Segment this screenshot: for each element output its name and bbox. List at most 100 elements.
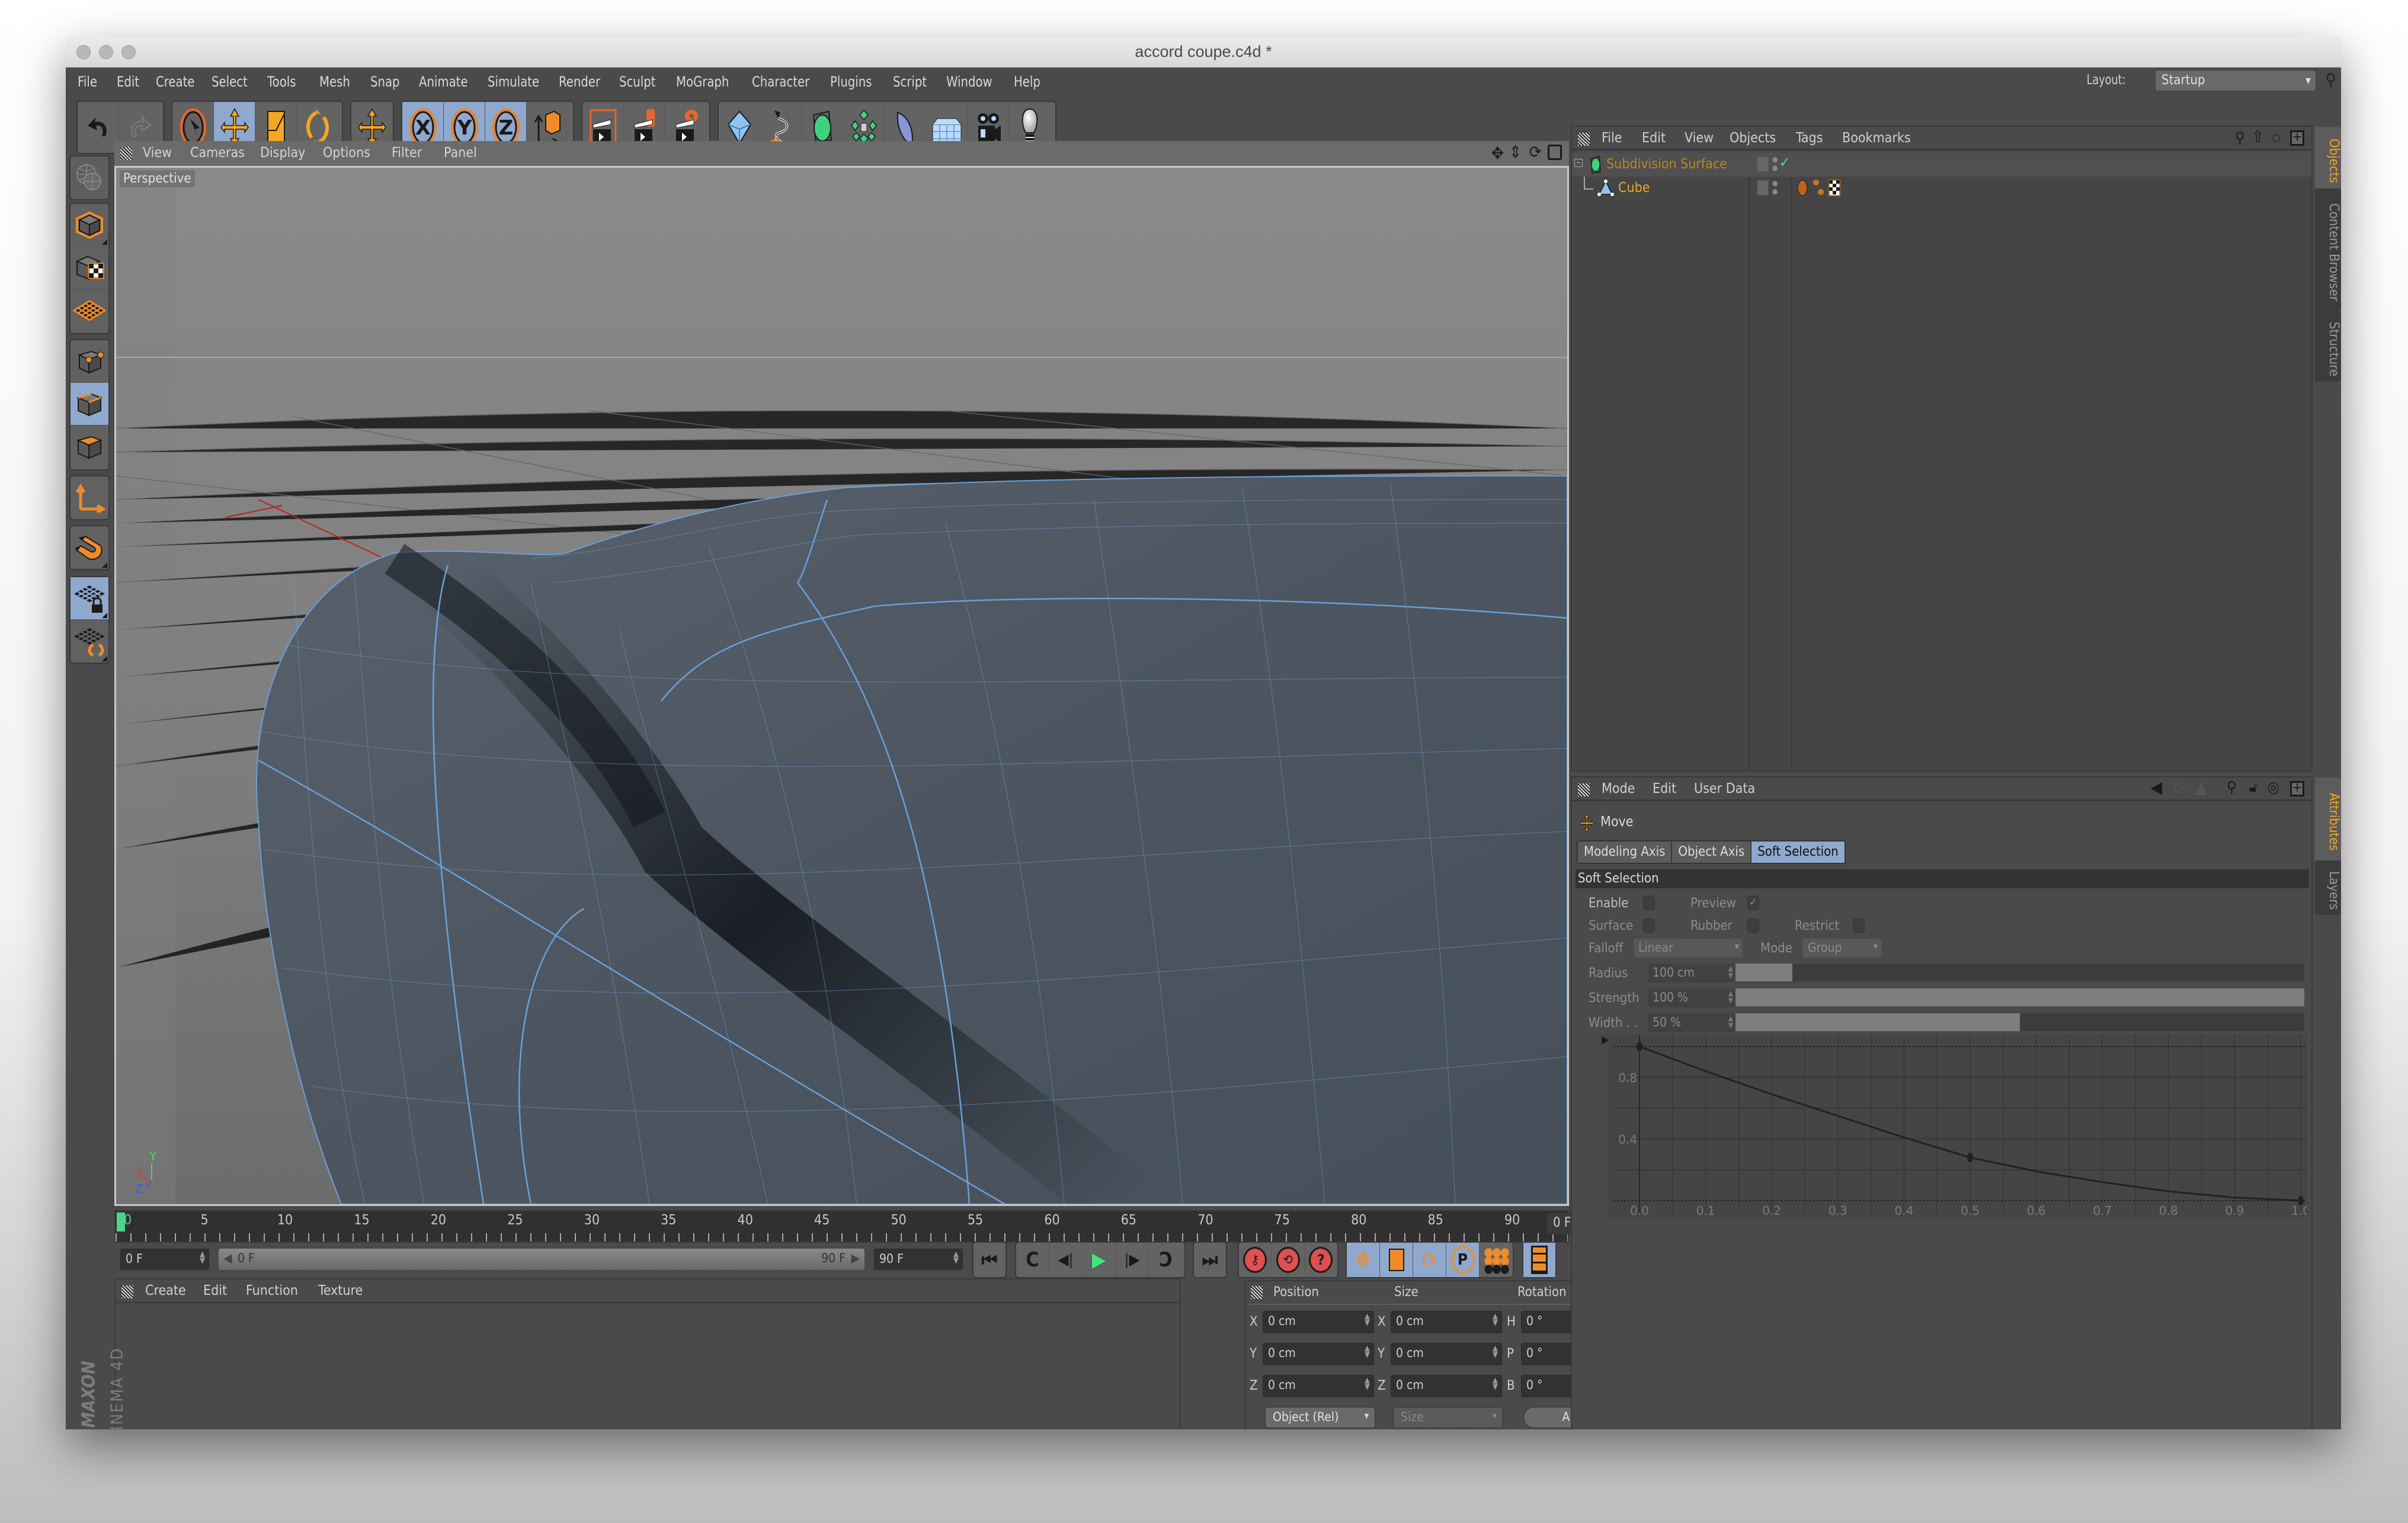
visibility-dots-icon[interactable]: ● ● (1772, 179, 1778, 196)
tab-structure[interactable]: Structure (2315, 311, 2341, 382)
phong-tag-icon[interactable] (1796, 179, 1809, 197)
up-arrow-icon[interactable]: ▲ (2196, 778, 2207, 797)
viewport-menu-filter[interactable]: Filter (392, 145, 422, 161)
menu-help[interactable]: Help (1014, 73, 1040, 90)
viewport-menu-options[interactable]: Options (323, 145, 370, 161)
am-menu-edit[interactable]: Edit (1653, 781, 1676, 796)
menu-plugins[interactable]: Plugins (830, 73, 872, 90)
search-icon[interactable]: ⚲ (2227, 779, 2237, 796)
om-menu-bookmarks[interactable]: Bookmarks (1842, 130, 1911, 146)
menu-animate[interactable]: Animate (419, 73, 467, 90)
viewport-solo-button[interactable] (71, 156, 108, 199)
position-key-toggle[interactable]: ✥ (1347, 1243, 1380, 1277)
timeline-ruler[interactable]: 0 5 10 15 20 25 30 35 40 45 50 55 60 65 70 75 80 85 90 (114, 1210, 1569, 1243)
layout-dropdown[interactable]: Startup (2155, 70, 2316, 91)
zoom-view-icon[interactable]: ⇕ (1509, 142, 1522, 162)
object-name[interactable]: Cube (1618, 180, 1650, 196)
point-level-toggle[interactable]: ●●● ●●● ●●● (1480, 1243, 1513, 1277)
tab-layers[interactable]: Layers (2315, 860, 2341, 915)
locked-workplane-button[interactable] (71, 577, 108, 620)
tab-content-browser[interactable]: Content Browser (2315, 188, 2341, 311)
layer-icon[interactable] (1757, 156, 1769, 172)
am-menu-user-data[interactable]: User Data (1694, 781, 1755, 796)
size-x-field[interactable]: 0 cm ▲ ▼ (1391, 1311, 1502, 1333)
position-y-field[interactable]: 0 cm ▲ ▼ (1263, 1343, 1374, 1365)
lock-icon[interactable]: 🔓︎ (2249, 779, 2258, 795)
size-mode-dropdown[interactable]: Size ▾ (1393, 1407, 1503, 1428)
previous-key-button[interactable]: C (1016, 1243, 1049, 1277)
expand-panel-icon[interactable]: + (2290, 130, 2304, 146)
material-menu-edit[interactable]: Edit (203, 1283, 227, 1298)
om-menu-tags[interactable]: Tags (1796, 130, 1823, 146)
back-arrow-icon[interactable]: ◀ (2151, 778, 2162, 797)
menu-script[interactable]: Script (893, 73, 927, 90)
expand-panel-icon[interactable]: + (2290, 781, 2304, 796)
target-icon[interactable]: ◎ (2268, 779, 2279, 796)
camera-label[interactable]: Perspective (120, 170, 195, 187)
planar-workplane-button[interactable] (71, 620, 108, 663)
autokeying-button[interactable]: ⟲ (1272, 1243, 1305, 1277)
go-to-start-button[interactable]: ⏮ (974, 1243, 1006, 1277)
strength-slider[interactable] (1735, 988, 2304, 1006)
menu-mograph[interactable]: MoGraph (676, 73, 729, 90)
pan-view-icon[interactable]: ✥ (1491, 143, 1504, 163)
material-menu-texture[interactable]: Texture (318, 1283, 363, 1298)
position-x-field[interactable]: 0 cm ▲ ▼ (1263, 1311, 1374, 1333)
next-frame-button[interactable]: |▶ (1116, 1243, 1149, 1277)
rotate-view-icon[interactable]: ⟳ (1529, 142, 1542, 162)
frame-range-slider[interactable]: ◀ 0 F 90 F ▶ (219, 1249, 864, 1270)
om-menu-edit[interactable]: Edit (1642, 130, 1666, 146)
record-keys-button[interactable]: ⚷ (1239, 1243, 1272, 1277)
size-y-field[interactable]: 0 cm ▲ ▼ (1391, 1343, 1502, 1365)
strength-field[interactable]: 100 % ▲ ▼ (1648, 988, 1735, 1007)
collapse-toggle-icon[interactable]: – (1574, 159, 1583, 167)
search-icon[interactable]: ⚲ (2326, 70, 2336, 89)
falloff-curve-chart[interactable]: 0.0 0.1 0.2 0.3 0.4 0.5 0.6 0.7 0.8 0.9 1.0 0.4 0.8 (1608, 1035, 2307, 1218)
position-z-field[interactable]: 0 cm ▲ ▼ (1263, 1375, 1374, 1397)
tab-modeling-axis[interactable]: Modeling Axis (1578, 842, 1673, 863)
forward-arrow-icon[interactable]: ▷ (2175, 778, 2186, 797)
tab-soft-selection[interactable]: Soft Selection (1751, 842, 1845, 863)
surface-checkbox[interactable] (1643, 919, 1655, 933)
panel-grip-icon[interactable] (1578, 783, 1590, 796)
menu-create[interactable]: Create (156, 73, 194, 90)
selection-tag-icon[interactable] (1811, 178, 1824, 197)
polygons-mode-button[interactable] (71, 425, 108, 468)
home-icon[interactable]: ⇧ (2252, 127, 2264, 146)
tab-object-axis[interactable]: Object Axis (1672, 842, 1752, 863)
workplane-mode-button[interactable] (71, 289, 108, 332)
edges-mode-button[interactable] (71, 383, 108, 425)
rotation-key-toggle[interactable]: ⟳ (1413, 1243, 1446, 1277)
search-icon[interactable]: ⚲ (2235, 129, 2245, 147)
size-z-field[interactable]: 0 cm ▲ ▼ (1391, 1375, 1502, 1397)
preview-checkbox[interactable]: ✓ (1747, 896, 1759, 910)
panel-grip-icon[interactable] (121, 1285, 133, 1298)
object-row-subdivision-surface[interactable]: – Subdivision Surface ● ● ✓ (1572, 153, 2311, 177)
3d-viewport[interactable]: Y X Z Perspective (114, 166, 1569, 1206)
mode-dropdown[interactable]: Group (1803, 939, 1881, 958)
menu-render[interactable]: Render (559, 73, 600, 90)
menu-tools[interactable]: Tools (267, 73, 296, 90)
start-frame-field[interactable]: 0 F ▲ ▼ (120, 1249, 209, 1270)
menu-edit[interactable]: Edit (117, 73, 139, 90)
width-field[interactable]: 50 % ▲ ▼ (1648, 1013, 1735, 1032)
am-menu-mode[interactable]: Mode (1602, 781, 1635, 796)
scale-key-toggle[interactable] (1380, 1243, 1413, 1277)
om-menu-objects[interactable]: Objects (1730, 130, 1776, 146)
material-menu-function[interactable]: Function (246, 1283, 298, 1298)
width-slider[interactable] (1735, 1013, 2304, 1031)
play-button[interactable]: ▶ (1083, 1243, 1116, 1277)
menu-mesh[interactable]: Mesh (319, 73, 350, 90)
enabled-check-icon[interactable]: ✓ (1779, 154, 1790, 171)
undo-button[interactable] (78, 102, 119, 153)
menu-character[interactable]: Character (752, 73, 809, 90)
radius-field[interactable]: 100 cm ▲ ▼ (1648, 964, 1735, 983)
new-view-icon[interactable]: ○ (2272, 132, 2281, 144)
rubber-checkbox[interactable] (1747, 919, 1759, 933)
next-key-button[interactable]: C (1149, 1243, 1182, 1277)
timeline-window-button[interactable] (1523, 1243, 1555, 1277)
end-frame-field[interactable]: 90 F ▲ ▼ (874, 1249, 963, 1270)
texture-mode-button[interactable] (71, 247, 108, 289)
make-editable-button[interactable] (71, 204, 108, 247)
points-mode-button[interactable] (71, 340, 108, 383)
